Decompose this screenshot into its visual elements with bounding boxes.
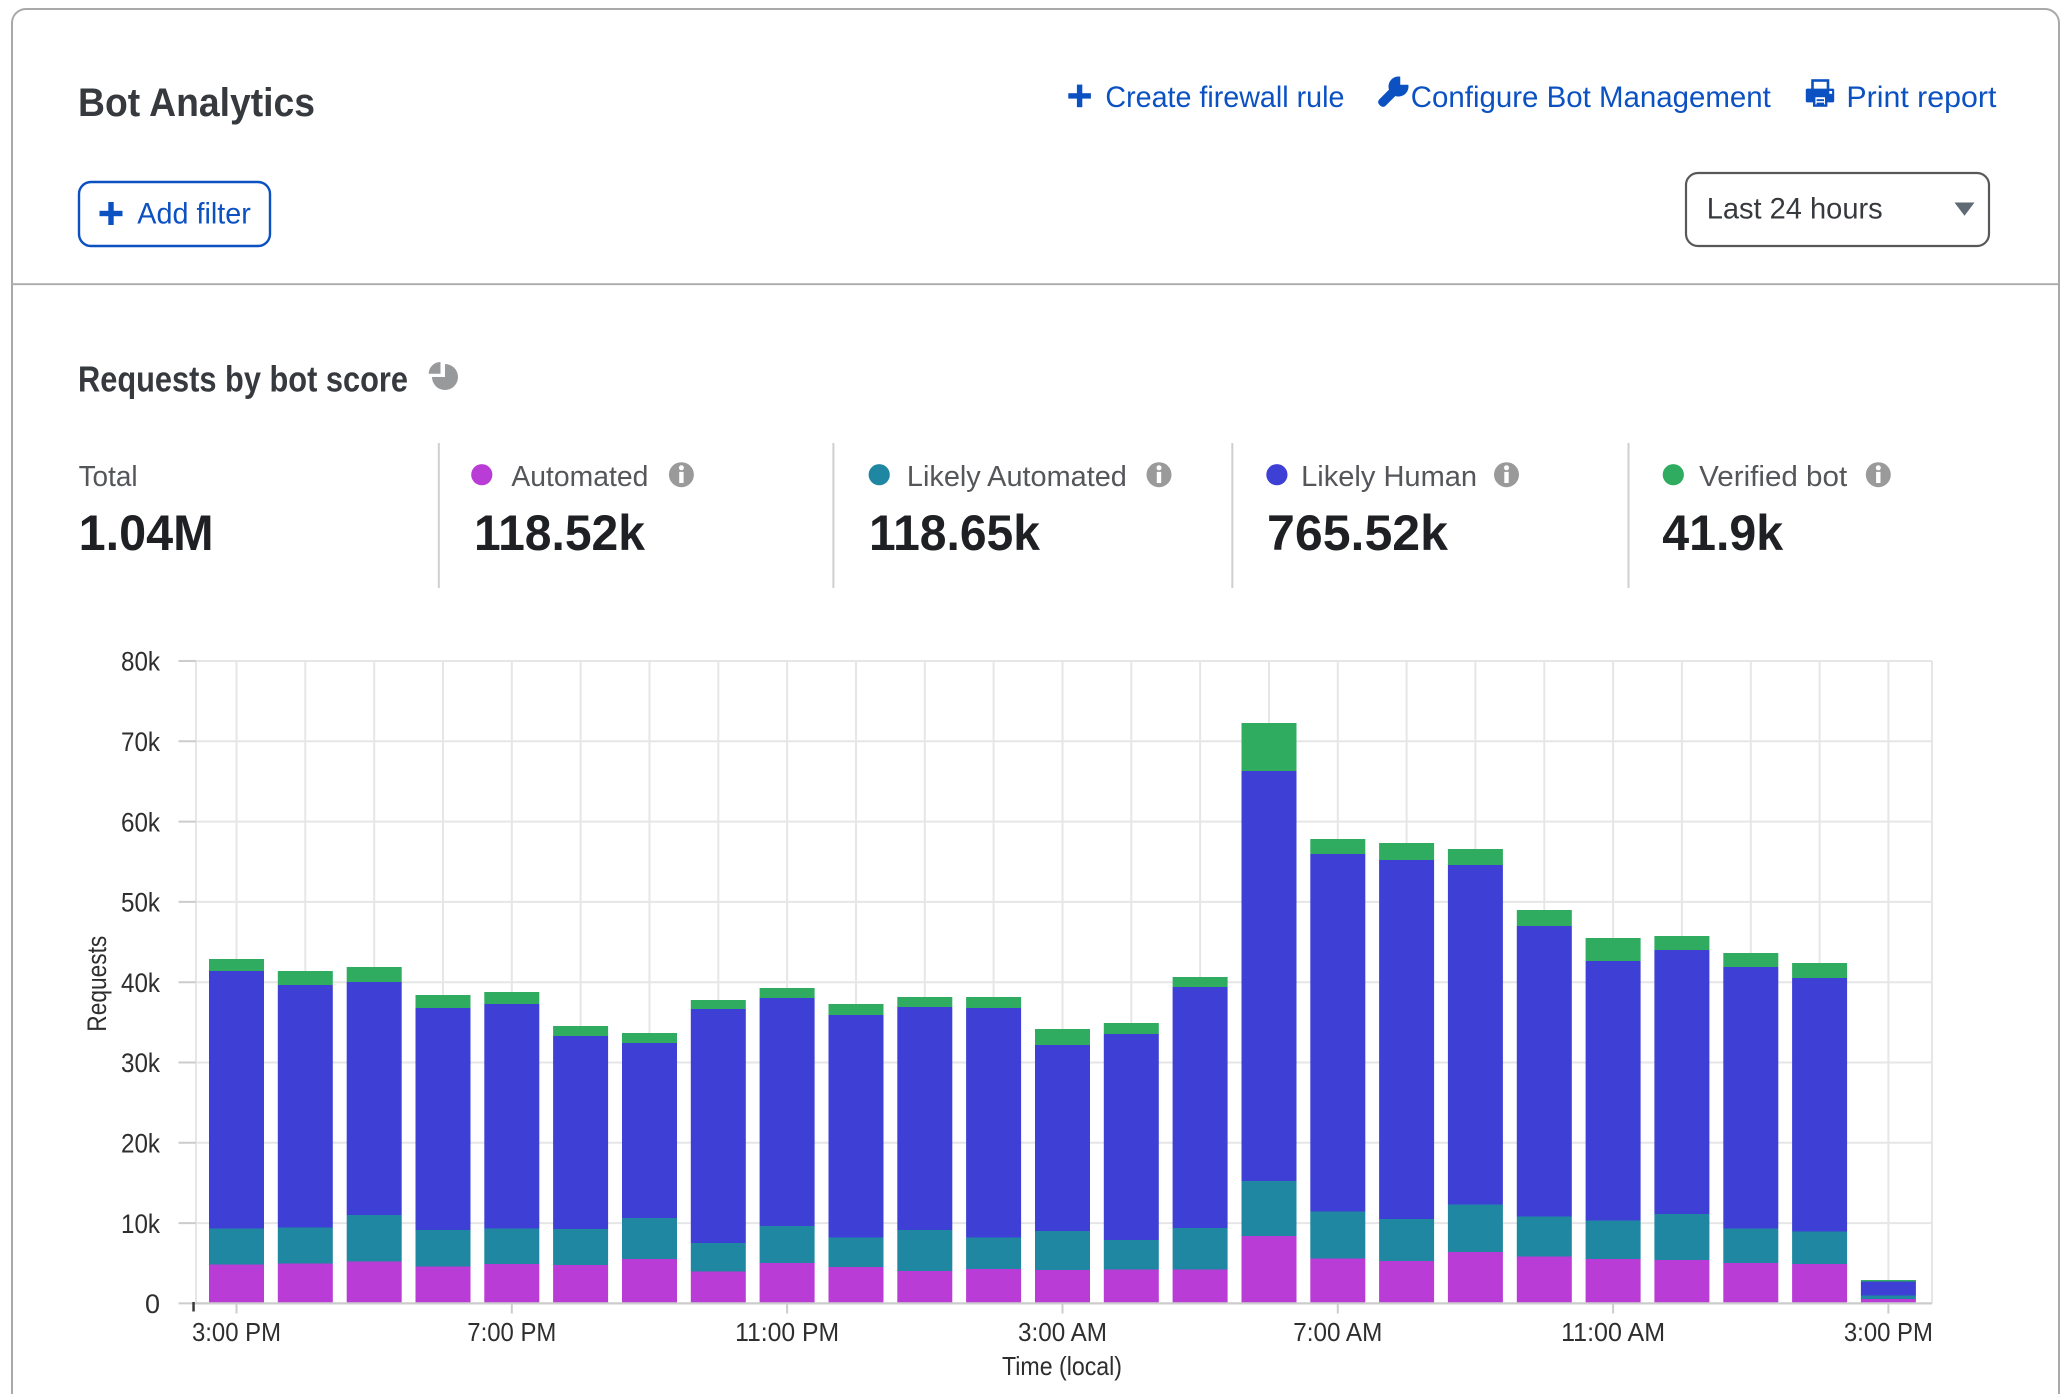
- svg-text:Likely Automated: Likely Automated: [907, 461, 1127, 493]
- svg-text:118.52k: 118.52k: [474, 504, 646, 561]
- svg-text:765.52k: 765.52k: [1267, 504, 1449, 561]
- svg-text:118.65k: 118.65k: [869, 504, 1041, 561]
- svg-text:Likely Human: Likely Human: [1301, 461, 1477, 493]
- svg-text:Print report: Print report: [1846, 81, 1997, 114]
- svg-text:Total: Total: [79, 461, 138, 493]
- svg-text:3:00 AM: 3:00 AM: [1018, 1317, 1107, 1347]
- svg-text:41.9k: 41.9k: [1662, 504, 1784, 561]
- svg-text:50k: 50k: [121, 888, 160, 918]
- svg-text:7:00 AM: 7:00 AM: [1293, 1317, 1382, 1347]
- svg-text:60k: 60k: [121, 807, 160, 837]
- svg-text:7:00 PM: 7:00 PM: [467, 1317, 556, 1347]
- svg-text:Add filter: Add filter: [137, 198, 251, 231]
- svg-text:3:00 PM: 3:00 PM: [192, 1317, 281, 1347]
- svg-text:20k: 20k: [121, 1129, 160, 1159]
- svg-text:10k: 10k: [121, 1209, 160, 1239]
- svg-text:Time (local): Time (local): [1002, 1351, 1122, 1381]
- svg-text:70k: 70k: [121, 727, 160, 757]
- svg-text:Configure Bot Management: Configure Bot Management: [1411, 81, 1772, 114]
- svg-text:Verified bot: Verified bot: [1699, 461, 1847, 493]
- svg-text:80k: 80k: [121, 647, 160, 677]
- svg-text:Create firewall rule: Create firewall rule: [1105, 81, 1344, 114]
- svg-text:Last 24 hours: Last 24 hours: [1707, 192, 1883, 225]
- svg-text:Automated: Automated: [511, 461, 648, 493]
- svg-text:Bot Analytics: Bot Analytics: [78, 81, 315, 125]
- svg-text:30k: 30k: [121, 1048, 160, 1078]
- svg-text:0: 0: [145, 1289, 160, 1319]
- svg-text:11:00 PM: 11:00 PM: [735, 1317, 839, 1347]
- svg-text:11:00 AM: 11:00 AM: [1561, 1317, 1665, 1347]
- svg-text:3:00 PM: 3:00 PM: [1844, 1317, 1933, 1347]
- svg-text:40k: 40k: [121, 968, 160, 998]
- svg-text:Requests by bot score: Requests by bot score: [78, 358, 408, 399]
- svg-text:1.04M: 1.04M: [79, 504, 214, 561]
- svg-text:Requests: Requests: [82, 936, 112, 1032]
